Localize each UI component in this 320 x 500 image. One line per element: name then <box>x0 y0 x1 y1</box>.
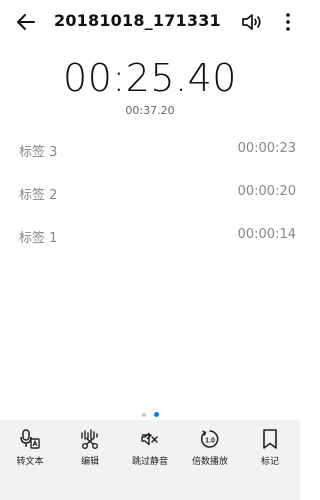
mark-time: 00:00:14 <box>237 227 296 242</box>
mark-time: 00:00:23 <box>237 141 296 156</box>
app-bar: 20181018_171331 <box>0 0 300 44</box>
skip-silence-icon <box>141 432 158 446</box>
arrow-left-icon <box>17 14 35 30</box>
page-dot-active[interactable] <box>153 412 159 417</box>
back-button[interactable] <box>14 10 38 34</box>
more-options-button[interactable] <box>282 10 294 34</box>
speaker-button[interactable] <box>240 11 264 33</box>
current-time: 00:25.40 <box>63 56 237 100</box>
speech-to-text-button[interactable]: 转文本 <box>0 420 60 476</box>
playback-speed-icon: 1.0 <box>200 430 219 448</box>
mark-time: 00:00:20 <box>237 184 296 199</box>
skip-silence-button[interactable]: 跳过静音 <box>120 420 180 476</box>
total-duration: 00:37.20 <box>125 104 175 117</box>
tool-label: 跳过静音 <box>131 457 168 467</box>
mark-label: 标签 3 <box>19 145 58 160</box>
page-dot[interactable] <box>141 412 146 417</box>
svg-text:1.0: 1.0 <box>205 437 215 444</box>
mark-item[interactable]: 标签 3 00:00:23 <box>0 130 300 173</box>
edit-waveform-icon <box>81 429 98 449</box>
more-vertical-icon <box>286 13 290 31</box>
edit-button[interactable]: 编辑 <box>60 420 120 476</box>
tool-label: 转文本 <box>16 457 44 467</box>
playback-speed-button[interactable]: 1.0 倍数播放 <box>180 420 240 476</box>
tool-label: 倍数播放 <box>191 457 228 467</box>
marks-list: 标签 3 00:00:23 标签 2 00:00:20 标签 1 00:00:1… <box>0 130 300 259</box>
mark-item[interactable]: 标签 1 00:00:14 <box>0 216 300 259</box>
recording-title: 20181018_171331 <box>54 11 221 30</box>
mark-label: 标签 1 <box>19 231 58 246</box>
speaker-icon <box>242 14 261 30</box>
page-indicator <box>0 404 300 417</box>
bookmark-icon <box>263 429 277 449</box>
mark-label: 标签 2 <box>19 188 58 203</box>
tool-label: 编辑 <box>80 457 99 467</box>
mark-item[interactable]: 标签 2 00:00:20 <box>0 173 300 216</box>
bottom-strip <box>0 476 300 500</box>
bookmark-button[interactable]: 标记 <box>240 420 300 476</box>
speech-to-text-icon <box>20 429 40 449</box>
bottom-toolbar: 转文本 编辑 跳过静音 1.0 倍数播放 标记 <box>0 420 300 476</box>
tool-label: 标记 <box>260 457 279 467</box>
